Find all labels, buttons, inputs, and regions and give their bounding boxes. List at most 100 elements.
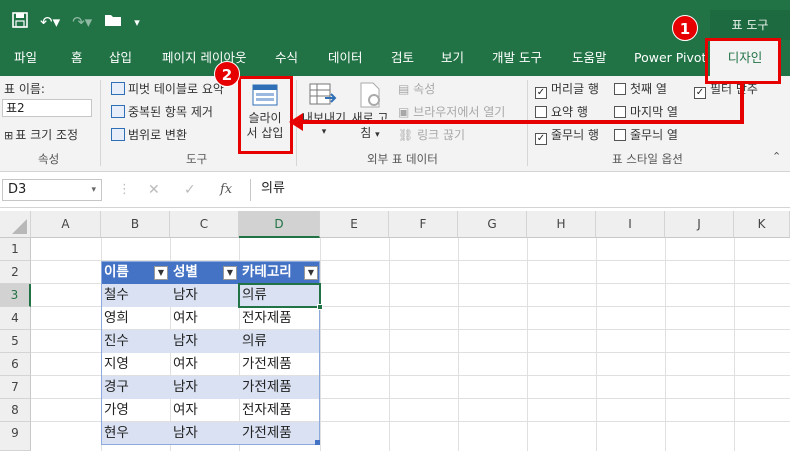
row-header[interactable]: 8 <box>0 399 31 422</box>
gridline <box>665 238 666 451</box>
table-header-cell[interactable]: 카테고리 ▼ <box>239 261 320 284</box>
table-cell[interactable]: 가전제품 <box>239 422 320 445</box>
select-all-corner[interactable] <box>0 211 31 238</box>
row-header[interactable]: 7 <box>0 376 31 399</box>
last-column-checkbox[interactable]: 마지막 열 <box>614 103 678 120</box>
export-dropdown-icon: ▾ <box>321 127 327 137</box>
tab-file[interactable]: 파일 <box>14 40 37 76</box>
resize-table-label: 표 크기 조정 <box>15 128 79 142</box>
table-cell[interactable]: 남자 <box>170 330 239 353</box>
table-cell[interactable]: 남자 <box>170 284 239 307</box>
table-name-input[interactable]: 표2 <box>2 99 92 117</box>
properties-button[interactable]: ▤ 속성 <box>398 80 435 97</box>
column-header[interactable]: K <box>734 211 790 238</box>
formula-input[interactable]: 의류 <box>250 179 788 201</box>
enter-icon[interactable]: ✓ <box>184 182 196 198</box>
table-cell[interactable]: 여자 <box>170 399 239 422</box>
export-button[interactable]: 내보내기 ▾ <box>300 80 348 150</box>
table-cell[interactable]: 현우 <box>101 422 170 445</box>
header-row-checkbox[interactable]: ✓ 머리글 행 <box>535 80 599 99</box>
group-separator <box>100 80 101 166</box>
unlink-button[interactable]: ⛓ 링크 끊기 <box>398 126 465 143</box>
table-cell[interactable]: 남자 <box>170 422 239 445</box>
tab-home[interactable]: 홈 <box>71 40 83 76</box>
tab-developer[interactable]: 개발 도구 <box>492 40 542 76</box>
gridline <box>527 238 528 451</box>
table-cell[interactable]: 영희 <box>101 307 170 330</box>
row-header[interactable]: 9 <box>0 422 31 451</box>
tab-data[interactable]: 데이터 <box>328 40 363 76</box>
style-options-group-label: 표 스타일 옵션 <box>612 152 683 166</box>
open-in-browser-button[interactable]: ▣ 브라우저에서 열기 <box>398 103 505 120</box>
open-folder-icon[interactable] <box>104 13 122 31</box>
refresh-button[interactable]: 새로 고 침 ▾ <box>350 80 390 150</box>
column-header[interactable]: G <box>458 211 527 238</box>
table-cell[interactable]: 지영 <box>101 353 170 376</box>
external-data-group-label: 외부 표 데이터 <box>367 152 438 166</box>
banded-columns-checkbox[interactable]: 줄무늬 열 <box>614 126 678 143</box>
slicer-button-highlight <box>238 76 293 154</box>
fill-handle[interactable] <box>317 304 323 310</box>
table-cell[interactable]: 진수 <box>101 330 170 353</box>
active-cell-border <box>238 283 321 308</box>
first-column-checkbox[interactable]: 첫째 열 <box>614 80 667 97</box>
table-header-cell[interactable]: 성별 ▼ <box>170 261 239 284</box>
name-box[interactable]: D3 ▾ <box>2 179 102 201</box>
column-header[interactable]: F <box>389 211 458 238</box>
resize-table-button[interactable]: ⊞ 표 크기 조정 <box>4 126 78 143</box>
column-header[interactable]: B <box>101 211 170 238</box>
open-in-browser-label: 브라우저에서 열기 <box>413 105 506 119</box>
save-icon[interactable] <box>12 12 28 32</box>
filter-dropdown-icon[interactable]: ▼ <box>154 266 168 280</box>
column-header[interactable]: C <box>170 211 239 238</box>
table-cell[interactable]: 가전제품 <box>239 376 320 399</box>
tab-power-pivot[interactable]: Power Pivot <box>634 40 706 76</box>
table-cell[interactable]: 남자 <box>170 376 239 399</box>
table-cell[interactable]: 가영 <box>101 399 170 422</box>
tab-formulas[interactable]: 수식 <box>275 40 298 76</box>
undo-icon[interactable]: ↶▾ <box>40 13 60 31</box>
column-header[interactable]: E <box>320 211 389 238</box>
customize-qat-icon[interactable]: ▾ <box>134 16 140 29</box>
refresh-label-2: 침 ▾ <box>360 126 380 140</box>
table-cell[interactable]: 의류 <box>239 330 320 353</box>
filter-dropdown-icon[interactable]: ▼ <box>304 266 318 280</box>
row-header[interactable]: 6 <box>0 353 31 376</box>
collapse-ribbon-icon[interactable]: ⌃ <box>772 150 781 163</box>
column-header[interactable]: J <box>665 211 734 238</box>
column-header[interactable]: A <box>31 211 101 238</box>
column-header[interactable]: H <box>527 211 596 238</box>
tab-view[interactable]: 보기 <box>441 40 464 76</box>
row-header[interactable]: 2 <box>0 261 31 284</box>
table-cell[interactable]: 전자제품 <box>239 307 320 330</box>
table-cell[interactable]: 전자제품 <box>239 399 320 422</box>
checkbox-unchecked-icon <box>614 129 626 141</box>
column-header[interactable]: I <box>596 211 665 238</box>
banded-rows-checkbox[interactable]: ✓ 줄무늬 행 <box>535 126 599 145</box>
table-cell[interactable]: 철수 <box>101 284 170 307</box>
remove-duplicates-button[interactable]: 중복된 항목 제거 <box>111 103 213 120</box>
table-resize-handle[interactable] <box>315 440 320 445</box>
pivot-summary-button[interactable]: 피벗 테이블로 요약 <box>111 80 224 97</box>
row-header[interactable]: 5 <box>0 330 31 353</box>
tab-review[interactable]: 검토 <box>391 40 414 76</box>
chevron-down-icon[interactable]: ▾ <box>91 180 96 200</box>
table-cell[interactable]: 가전제품 <box>239 353 320 376</box>
total-row-checkbox[interactable]: 요약 행 <box>535 103 588 120</box>
tab-insert[interactable]: 삽입 <box>109 40 132 76</box>
filter-dropdown-icon[interactable]: ▼ <box>223 266 237 280</box>
row-header[interactable]: 1 <box>0 238 31 261</box>
table-cell[interactable]: 여자 <box>170 353 239 376</box>
redo-icon[interactable]: ↷▾ <box>72 13 92 31</box>
cancel-icon[interactable]: ✕ <box>148 182 160 198</box>
tab-help[interactable]: 도움말 <box>572 40 607 76</box>
column-header[interactable]: D <box>239 211 320 238</box>
row-header[interactable]: 3 <box>0 284 31 307</box>
checkbox-unchecked-icon <box>614 83 626 95</box>
convert-to-range-button[interactable]: 범위로 변환 <box>111 126 187 143</box>
table-cell[interactable]: 경구 <box>101 376 170 399</box>
table-header-cell[interactable]: 이름 ▼ <box>101 261 170 284</box>
table-cell[interactable]: 여자 <box>170 307 239 330</box>
row-header[interactable]: 4 <box>0 307 31 330</box>
insert-function-icon[interactable]: fx <box>220 182 232 197</box>
